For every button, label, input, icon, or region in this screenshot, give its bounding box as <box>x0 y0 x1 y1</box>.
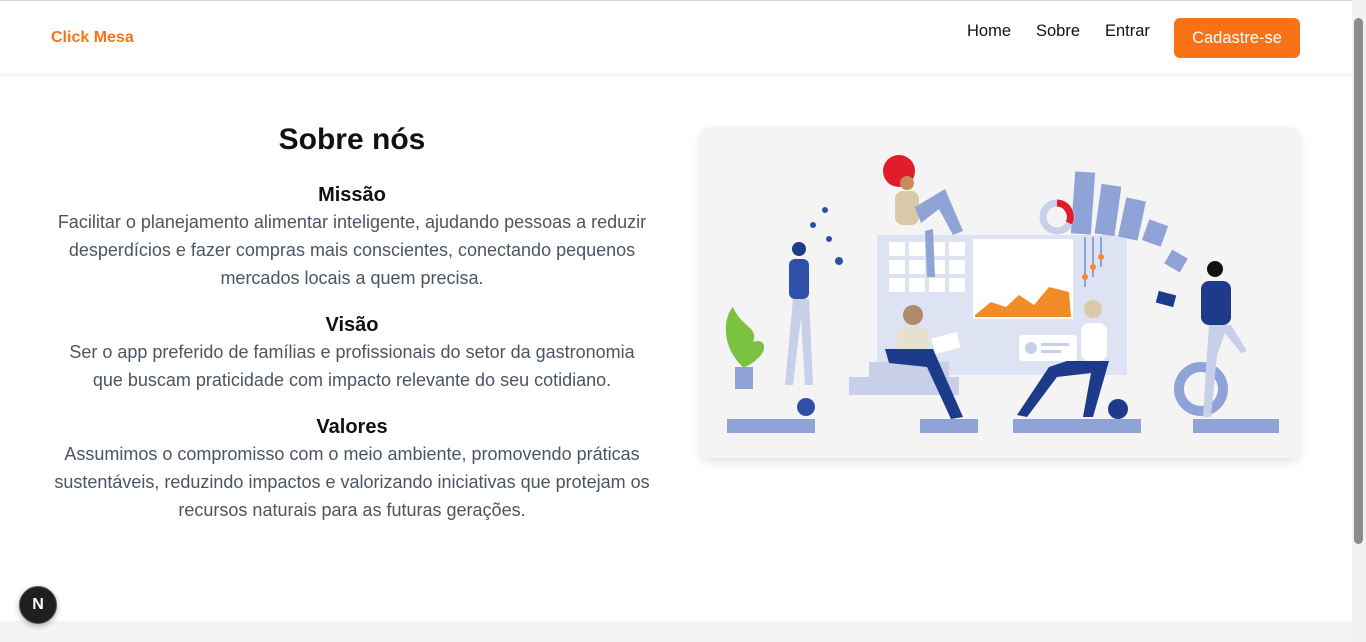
plant-pot <box>735 367 753 389</box>
mission-text: Facilitar o planejamento alimentar intel… <box>57 212 647 288</box>
donut-slice <box>1056 199 1074 225</box>
floor-blocks <box>727 419 1279 433</box>
person-juggling <box>785 207 843 416</box>
vision-text: Ser o app preferido de famílias e profis… <box>69 342 635 390</box>
values-text: Assumimos o compromisso com o meio ambie… <box>54 444 650 520</box>
vision-heading: Visão <box>325 314 379 336</box>
illustration-svg <box>725 155 1279 433</box>
nav-link-home[interactable]: Home <box>967 22 1011 41</box>
page-title: Sobre nós <box>278 123 426 156</box>
nav-link-sobre[interactable]: Sobre <box>1036 22 1080 41</box>
scrollbar-thumb[interactable] <box>1354 18 1363 544</box>
vision-section: Visão Ser o app preferido de famílias e … <box>52 312 652 394</box>
mission-section: Missão Facilitar o planejamento alimenta… <box>52 182 652 292</box>
plant-leaves <box>725 307 765 367</box>
mission-heading: Missão <box>318 184 386 206</box>
values-heading: Valores <box>316 416 388 438</box>
top-navbar: Click Mesa Home Sobre Entrar Cadastre-se <box>0 0 1352 74</box>
nav-link-entrar[interactable]: Entrar <box>1105 22 1150 41</box>
signup-button[interactable]: Cadastre-se <box>1174 18 1300 58</box>
team-illustration <box>701 127 1299 458</box>
brand-logo[interactable]: Click Mesa <box>51 29 134 47</box>
values-section: Valores Assumimos o compromisso com o me… <box>52 414 652 524</box>
person-with-wheel <box>1155 249 1247 417</box>
about-content: Sobre nós Missão Facilitar o planejament… <box>52 118 652 524</box>
vertical-scrollbar[interactable] <box>1352 0 1366 642</box>
footer-strip <box>0 621 1352 642</box>
dev-tools-badge[interactable]: N <box>19 586 57 624</box>
